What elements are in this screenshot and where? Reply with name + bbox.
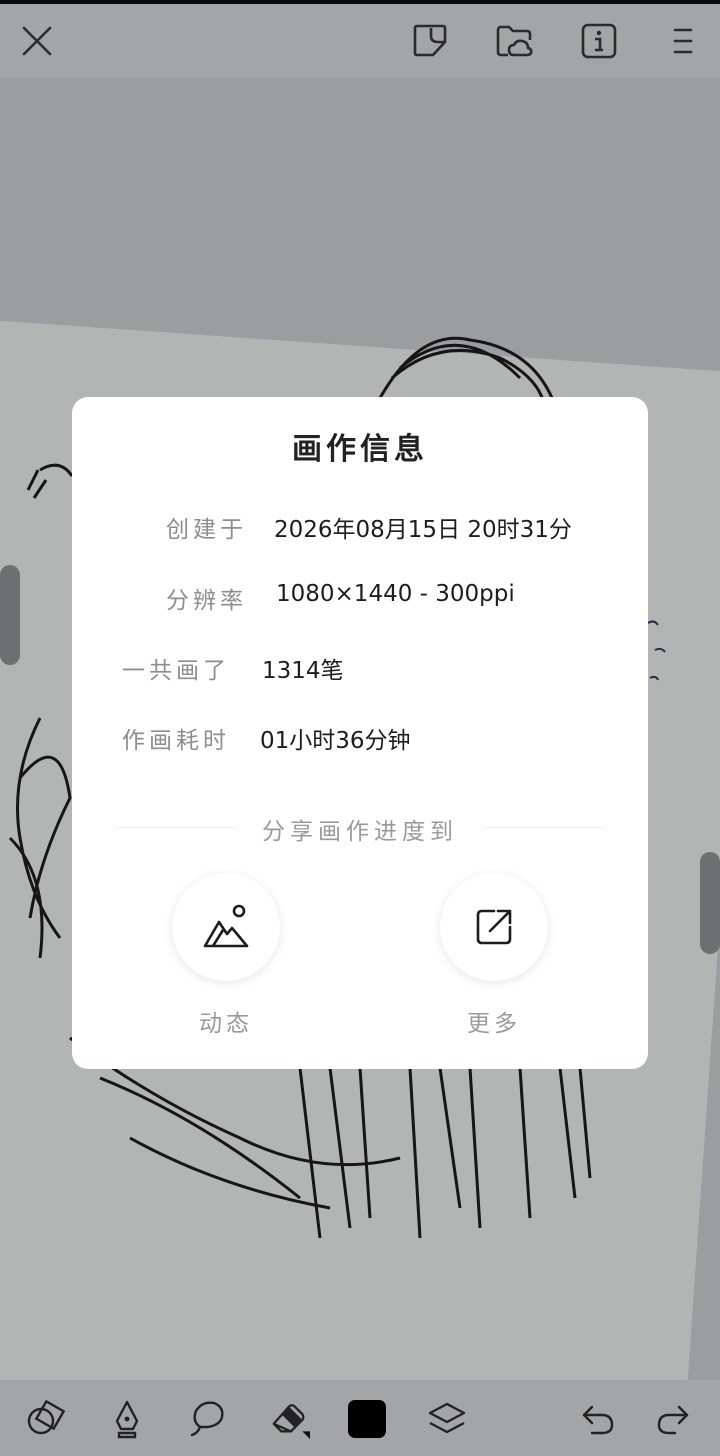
share-heading: 分享画作进度到	[262, 819, 458, 845]
color-swatch[interactable]	[346, 1398, 388, 1440]
redo-icon[interactable]	[652, 1398, 694, 1440]
stroke-count-label: 一共画了	[122, 658, 230, 684]
layers-icon[interactable]	[426, 1398, 468, 1440]
share-moments-button[interactable]	[172, 873, 280, 981]
dialog-title: 画作信息	[292, 432, 428, 467]
drawing-time-label: 作画耗时	[122, 728, 230, 754]
undo-icon[interactable]	[577, 1398, 619, 1440]
resolution-value: 1080×1440 - 300ppi	[276, 581, 515, 607]
share-more-button[interactable]	[440, 873, 548, 981]
eraser-icon[interactable]	[268, 1398, 310, 1440]
close-icon[interactable]	[16, 20, 58, 62]
opacity-slider-handle[interactable]	[700, 852, 720, 954]
share-more-label: 更多	[467, 1011, 521, 1037]
drawing-time-value: 01小时36分钟	[260, 728, 411, 754]
menu-icon[interactable]	[662, 20, 704, 62]
lasso-icon[interactable]	[187, 1398, 229, 1440]
external-share-icon	[476, 909, 512, 945]
bottom-toolbar	[0, 1380, 720, 1456]
top-toolbar	[0, 4, 720, 78]
share-moments-label: 动态	[199, 1011, 253, 1037]
pen-nib-icon[interactable]	[106, 1398, 148, 1440]
folder-cloud-icon[interactable]	[493, 20, 535, 62]
created-label: 创建于	[166, 517, 247, 543]
stroke-count-value: 1314笔	[262, 658, 344, 684]
brush-size-slider-handle[interactable]	[0, 565, 20, 665]
created-value: 2026年08月15日 20时31分	[274, 517, 572, 543]
mountain-image-icon	[203, 904, 249, 948]
resolution-label: 分辨率	[166, 588, 247, 614]
shapes-icon[interactable]	[25, 1398, 67, 1440]
sticker-icon[interactable]	[409, 20, 451, 62]
info-icon[interactable]	[578, 20, 620, 62]
